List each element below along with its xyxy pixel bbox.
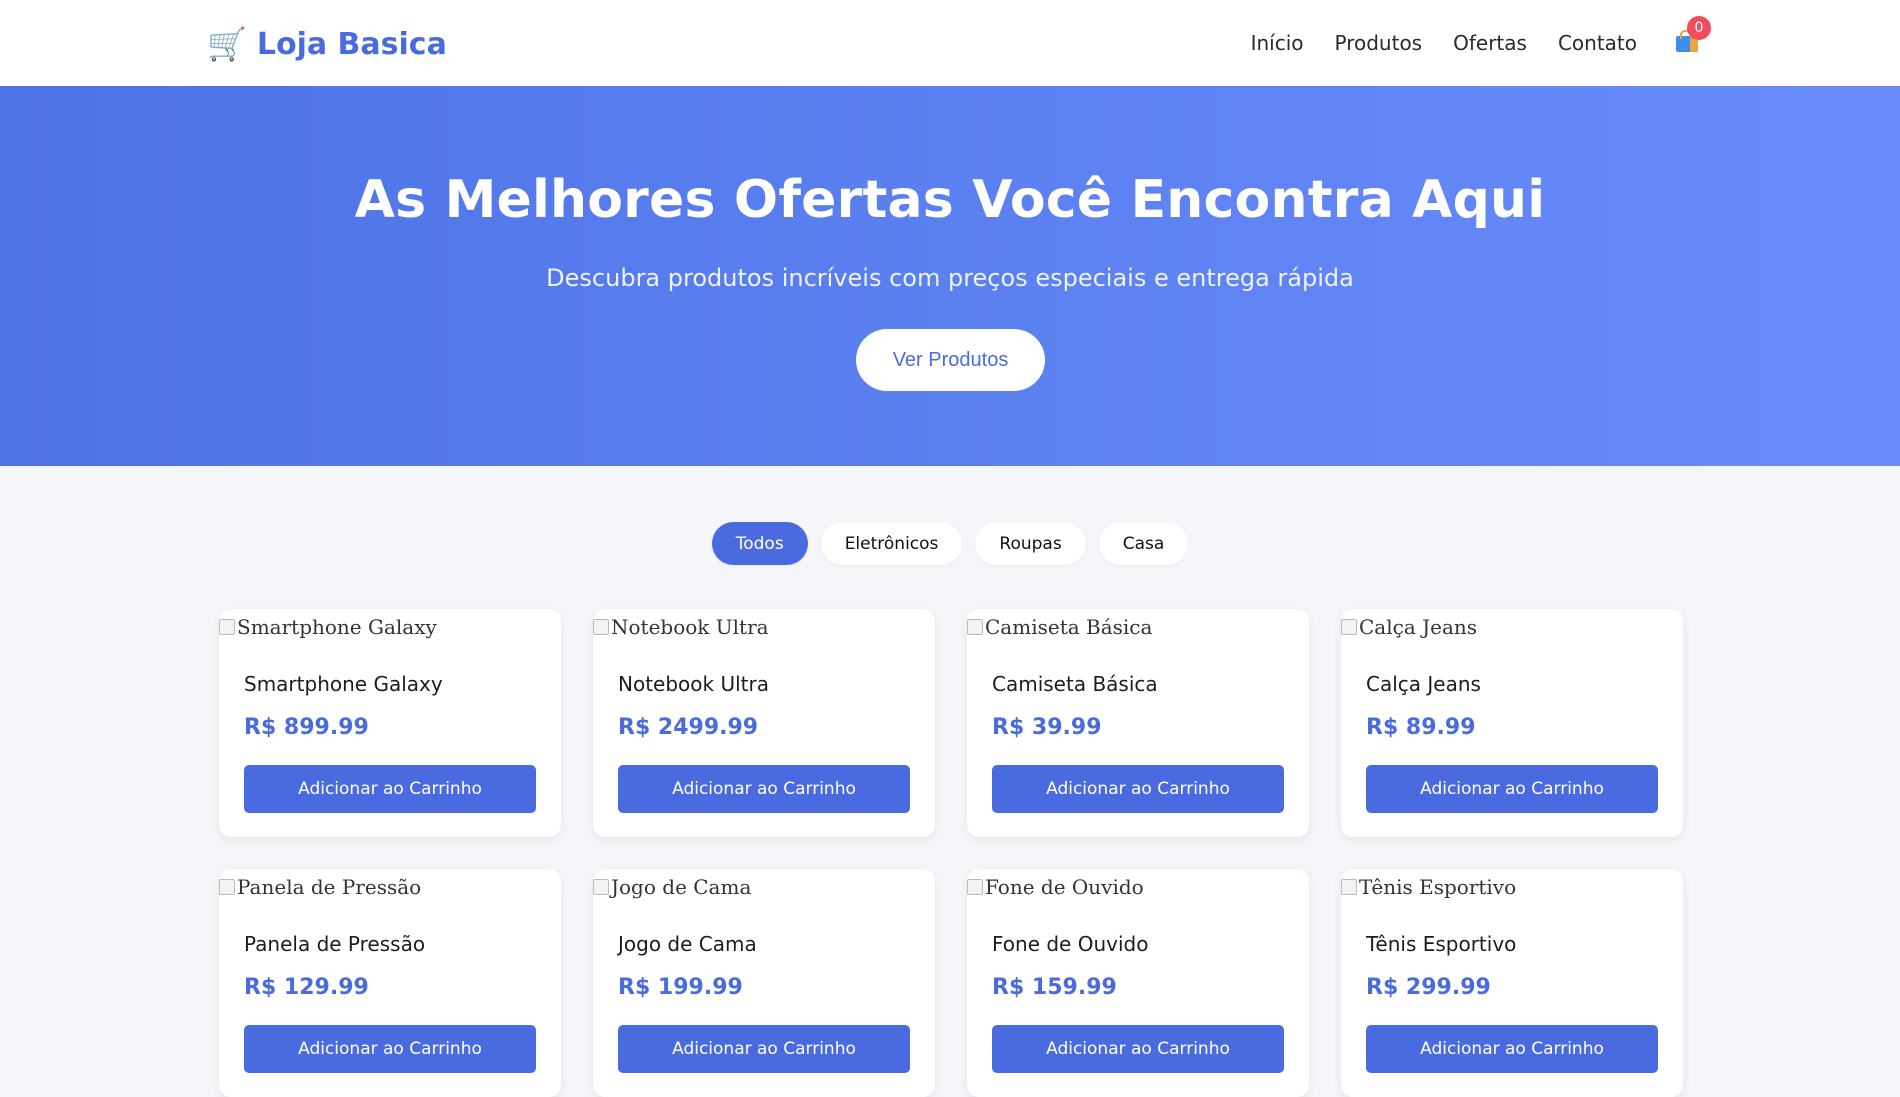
product-image: Camiseta Básica	[967, 615, 1152, 639]
product-image: Jogo de Cama	[593, 875, 751, 899]
product-name: Camiseta Básica	[992, 672, 1158, 696]
add-to-cart-button[interactable]: Adicionar ao Carrinho	[244, 765, 536, 813]
broken-image-icon	[593, 619, 609, 635]
product-image-alt: Smartphone Galaxy	[237, 615, 437, 639]
product-card: Smartphone Galaxy Smartphone Galaxy R$ 8…	[219, 609, 561, 837]
broken-image-icon	[593, 879, 609, 895]
product-name: Calça Jeans	[1366, 672, 1481, 696]
product-card: Camiseta Básica Camiseta Básica R$ 39.99…	[967, 609, 1309, 837]
product-name: Jogo de Cama	[618, 932, 757, 956]
product-image-alt: Panela de Pressão	[237, 875, 422, 899]
product-image: Fone de Ouvido	[967, 875, 1144, 899]
nav-link-ofertas[interactable]: Ofertas	[1453, 31, 1527, 55]
filter-eletronicos[interactable]: Eletrônicos	[820, 522, 963, 565]
product-name: Tênis Esportivo	[1366, 932, 1517, 956]
product-price: R$ 39.99	[992, 715, 1102, 740]
add-to-cart-button[interactable]: Adicionar ao Carrinho	[1366, 1025, 1658, 1073]
shopping-bag-icon	[1676, 30, 1698, 52]
product-card: Panela de Pressão Panela de Pressão R$ 1…	[219, 869, 561, 1097]
cart-button[interactable]: 0	[1674, 16, 1711, 56]
product-grid: Smartphone Galaxy Smartphone Galaxy R$ 8…	[219, 609, 1683, 1097]
product-card: Fone de Ouvido Fone de Ouvido R$ 159.99 …	[967, 869, 1309, 1097]
product-price: R$ 89.99	[1366, 715, 1476, 740]
product-image: Panela de Pressão	[219, 875, 421, 899]
nav-link-contato[interactable]: Contato	[1558, 31, 1637, 55]
shopping-cart-icon: 🛒	[207, 25, 247, 63]
broken-image-icon	[967, 879, 983, 895]
product-card: Calça Jeans Calça Jeans R$ 89.99 Adicion…	[1341, 609, 1683, 837]
nav-link-inicio[interactable]: Início	[1251, 31, 1304, 55]
product-price: R$ 129.99	[244, 975, 369, 1000]
product-image-alt: Calça Jeans	[1359, 615, 1478, 639]
broken-image-icon	[1341, 879, 1357, 895]
add-to-cart-button[interactable]: Adicionar ao Carrinho	[1366, 765, 1658, 813]
product-price: R$ 199.99	[618, 975, 743, 1000]
product-card: Jogo de Cama Jogo de Cama R$ 199.99 Adic…	[593, 869, 935, 1097]
product-price: R$ 299.99	[1366, 975, 1491, 1000]
product-image: Smartphone Galaxy	[219, 615, 437, 639]
product-price: R$ 899.99	[244, 715, 369, 740]
product-name: Panela de Pressão	[244, 932, 426, 956]
add-to-cart-button[interactable]: Adicionar ao Carrinho	[618, 1025, 910, 1073]
category-filters: Todos Eletrônicos Roupas Casa	[0, 522, 1900, 565]
filter-casa[interactable]: Casa	[1098, 522, 1189, 565]
broken-image-icon	[1341, 619, 1357, 635]
broken-image-icon	[967, 619, 983, 635]
product-image-alt: Tênis Esportivo	[1359, 875, 1517, 899]
add-to-cart-button[interactable]: Adicionar ao Carrinho	[244, 1025, 536, 1073]
nav-link-produtos[interactable]: Produtos	[1335, 31, 1423, 55]
view-products-button[interactable]: Ver Produtos	[856, 329, 1045, 391]
site-header: 🛒 Loja Basica Início Produtos Ofertas Co…	[0, 0, 1900, 86]
add-to-cart-button[interactable]: Adicionar ao Carrinho	[618, 765, 910, 813]
product-image: Calça Jeans	[1341, 615, 1477, 639]
hero-banner: As Melhores Ofertas Você Encontra Aqui D…	[0, 86, 1900, 466]
product-image-alt: Jogo de Cama	[611, 875, 752, 899]
add-to-cart-button[interactable]: Adicionar ao Carrinho	[992, 765, 1284, 813]
product-image: Notebook Ultra	[593, 615, 769, 639]
product-image-alt: Notebook Ultra	[611, 615, 769, 639]
product-price: R$ 159.99	[992, 975, 1117, 1000]
filter-todos[interactable]: Todos	[711, 522, 808, 565]
broken-image-icon	[219, 619, 235, 635]
product-price: R$ 2499.99	[618, 715, 759, 740]
hero-title: As Melhores Ofertas Você Encontra Aqui	[354, 170, 1546, 230]
product-card: Notebook Ultra Notebook Ultra R$ 2499.99…	[593, 609, 935, 837]
broken-image-icon	[219, 879, 235, 895]
filter-roupas[interactable]: Roupas	[975, 522, 1086, 565]
product-name: Smartphone Galaxy	[244, 672, 443, 696]
logo[interactable]: 🛒 Loja Basica	[207, 24, 447, 64]
product-image-alt: Camiseta Básica	[985, 615, 1153, 639]
product-image: Tênis Esportivo	[1341, 875, 1516, 899]
product-name: Notebook Ultra	[618, 672, 769, 696]
add-to-cart-button[interactable]: Adicionar ao Carrinho	[992, 1025, 1284, 1073]
product-card: Tênis Esportivo Tênis Esportivo R$ 299.9…	[1341, 869, 1683, 1097]
product-image-alt: Fone de Ouvido	[985, 875, 1144, 899]
main-nav: Início Produtos Ofertas Contato 0	[1251, 0, 1711, 86]
hero-subtitle: Descubra produtos incríveis com preços e…	[546, 264, 1354, 292]
logo-text: Loja Basica	[256, 26, 447, 62]
product-name: Fone de Ouvido	[992, 932, 1149, 956]
cart-count-badge: 0	[1687, 16, 1711, 40]
